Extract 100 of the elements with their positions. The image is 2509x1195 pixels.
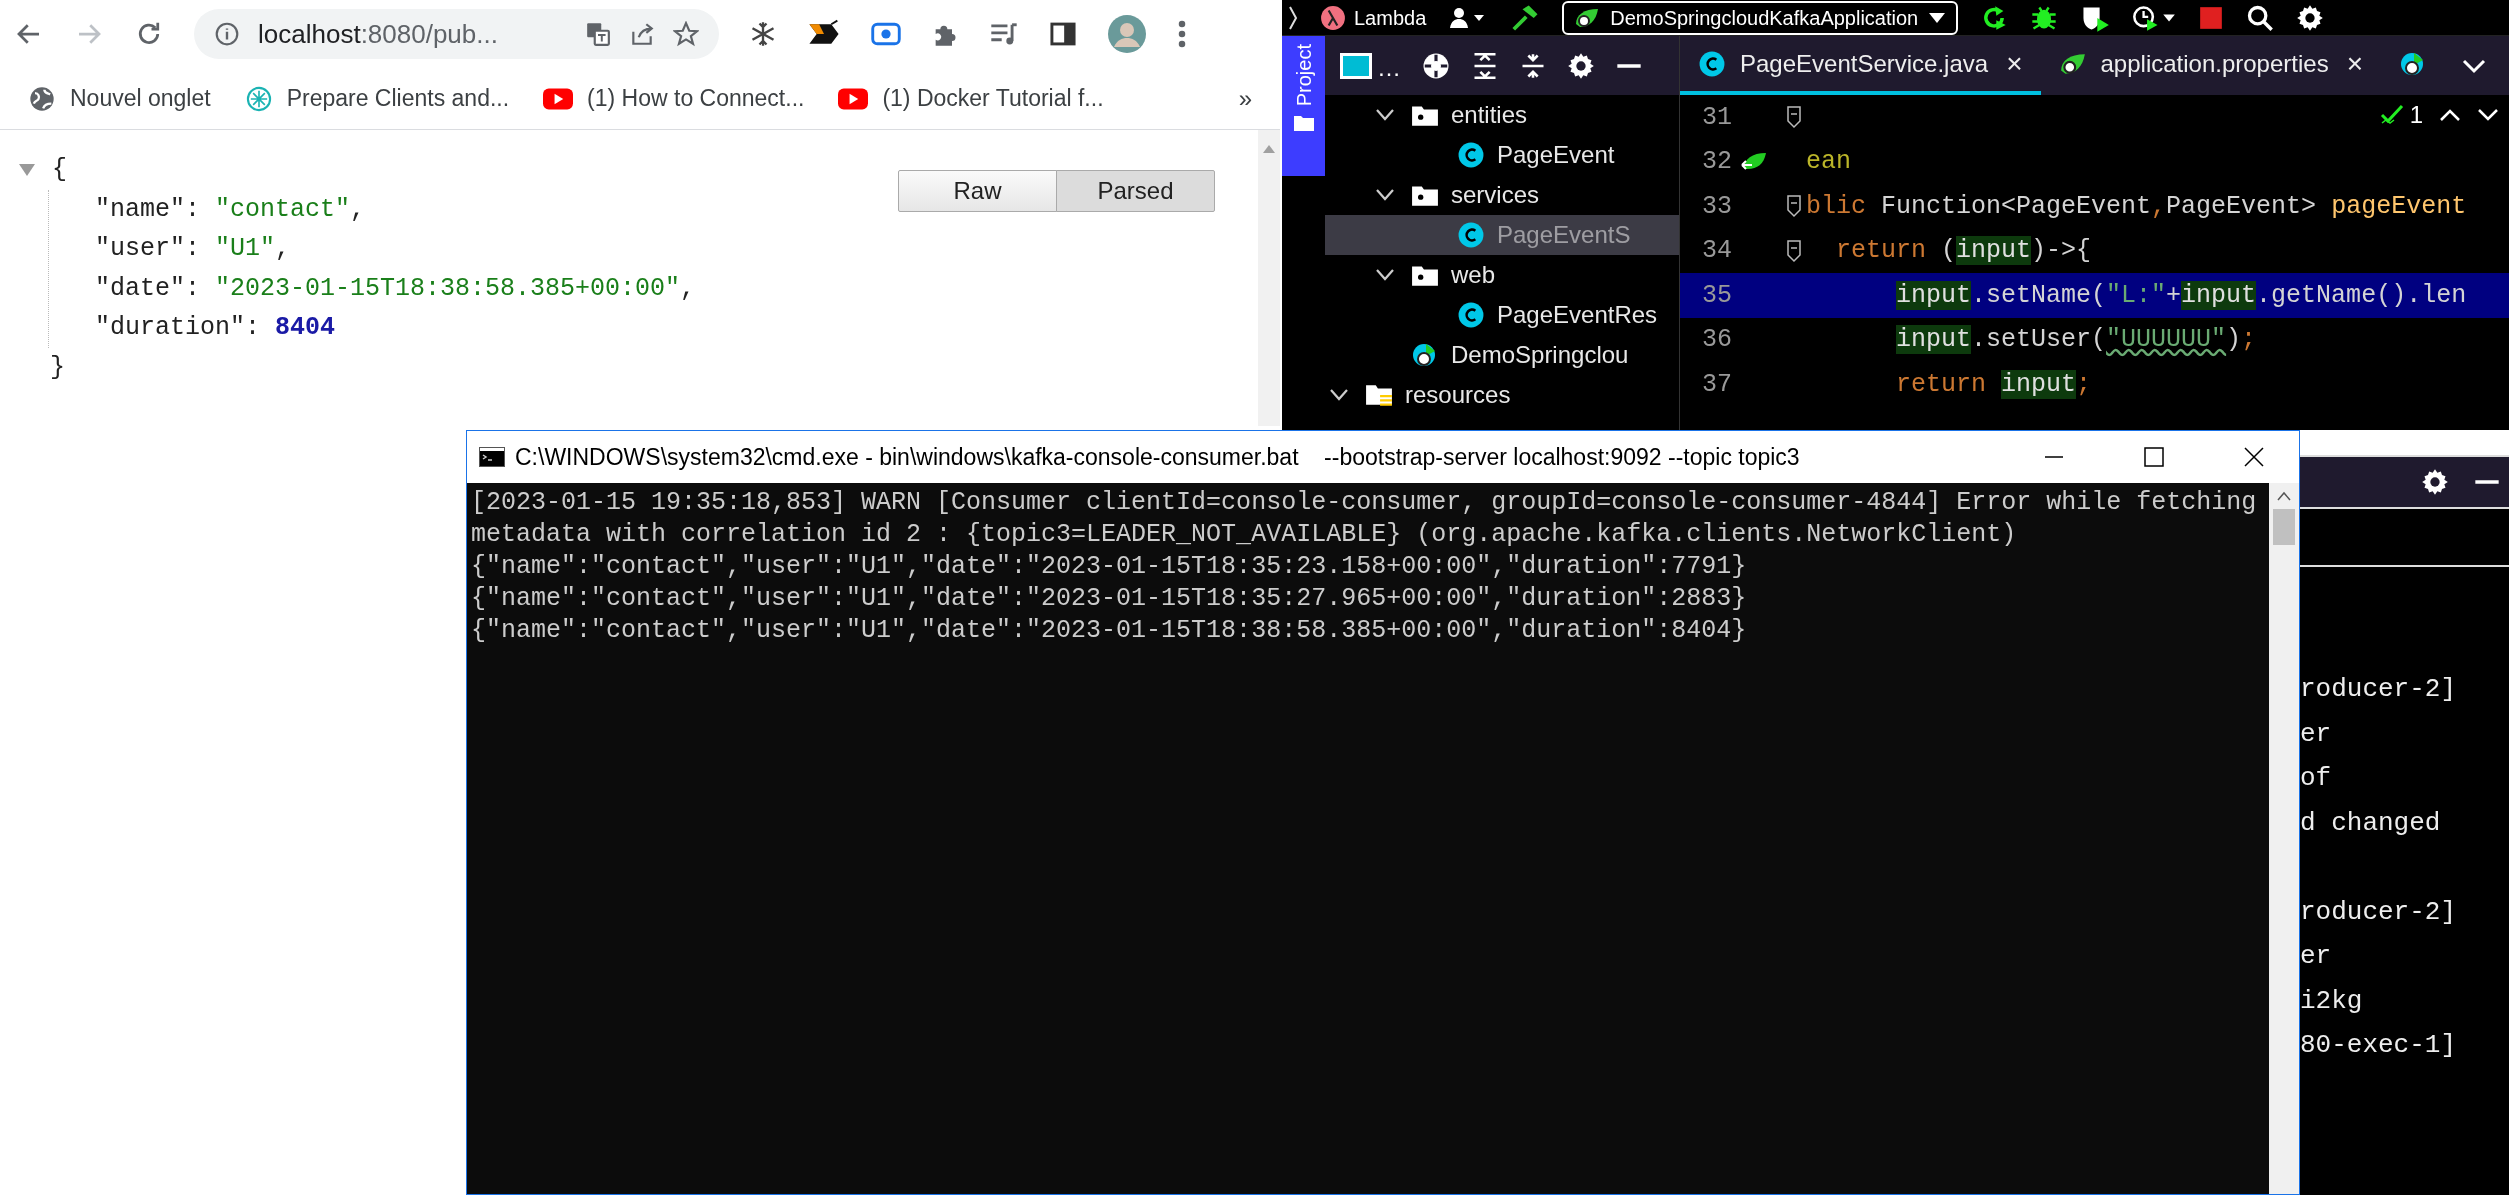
bookmark[interactable]: (1) Docker Tutorial f...: [838, 81, 1104, 116]
bookmark[interactable]: Nouvel onglet: [28, 81, 211, 116]
settings-icon[interactable]: [1567, 51, 1595, 80]
code-text: return input;: [1895, 368, 2092, 401]
search-icon[interactable]: [2246, 3, 2275, 32]
console-output-line: {"name":"contact","user":"U1","date":"2023-01-15T18:35:27.965+00:00","duration":2883}: [471, 583, 1748, 615]
console-output-line: roducer-2]: [2300, 895, 2458, 929]
translate-icon[interactable]: [585, 21, 611, 47]
next-icon[interactable]: [2477, 108, 2499, 122]
scrollbar-thumb[interactable]: [2273, 509, 2295, 545]
console-output-line: metadata with correlation id 2 : {topic3=LEADER_NOT_AVAILABLE} (org.apache.kafka.clients.NetworkClient): [471, 519, 2018, 551]
address-text[interactable]: localhost:8080/pub...: [258, 14, 567, 54]
menu-icon[interactable]: [1177, 19, 1187, 49]
line-number: 33: [1701, 190, 1732, 223]
editor-tab[interactable]: PageEventService.java ×: [1680, 36, 2041, 95]
json-brace: }: [50, 351, 65, 384]
tree-item[interactable]: DemoSpringclou: [1325, 335, 1679, 375]
tool-window-button[interactable]: Project: [1282, 36, 1325, 176]
json-line: "name": "contact",: [95, 193, 366, 226]
tree-item[interactable]: PageEvent: [1325, 135, 1679, 175]
scrollbar[interactable]: [2269, 483, 2299, 1194]
fold-marker-icon[interactable]: [1786, 105, 1802, 130]
code-text: input.setUser("UUUUUU");: [1895, 324, 2257, 356]
class-icon: [1457, 142, 1485, 168]
profiler-icon[interactable]: [2132, 3, 2177, 32]
scroll-up-icon: [2276, 491, 2292, 501]
globe-icon: [28, 84, 56, 113]
run-configuration-dropdown[interactable]: DemoSpringcloudKafkaApplication: [1562, 0, 1959, 35]
line-number: 32: [1701, 146, 1732, 178]
chevron-down-icon: [1329, 388, 1349, 402]
more-bookmarks-button[interactable]: »: [1238, 80, 1252, 117]
console-output-line: roducer-2]: [2300, 673, 2458, 706]
star-icon[interactable]: [673, 21, 699, 47]
json-line: "duration": 8404: [95, 312, 336, 344]
caret-icon: [1928, 11, 1947, 24]
console-output-line: i2kg: [2300, 984, 2364, 1018]
settings-icon[interactable]: [2296, 3, 2325, 32]
panel-icon: [1339, 51, 1373, 80]
snowflake-icon[interactable]: [749, 20, 777, 48]
tree-item[interactable]: PageEventS: [1325, 215, 1679, 255]
line-number: 34: [1701, 235, 1732, 267]
scrollbar[interactable]: [1258, 130, 1280, 426]
json-brace: {: [52, 154, 67, 186]
line-number: 31: [1701, 101, 1732, 134]
fold-marker-icon[interactable]: [1786, 238, 1802, 263]
console-output-line: of: [2300, 762, 2333, 795]
bookmark[interactable]: Prepare Clients and...: [244, 81, 510, 116]
tree-item[interactable]: web: [1325, 255, 1679, 295]
media-icon[interactable]: [989, 21, 1019, 47]
console-output-line: [2023-01-15 19:35:18,853] WARN [Consumer clientId=console-consumer, groupId=console-consumer-4844] Error while fetching: [471, 487, 2258, 519]
folder-icon: [1292, 114, 1315, 133]
chevron-down-icon: [1375, 188, 1395, 202]
inspection-count[interactable]: 1: [2379, 103, 2423, 127]
collapse-triangle-icon[interactable]: [18, 162, 36, 177]
lambda-icon: [1320, 4, 1346, 31]
chevron-right-icon[interactable]: [1288, 4, 1298, 31]
console-output-line: 80-exec-1]: [2300, 1029, 2458, 1062]
previous-icon[interactable]: [2439, 108, 2461, 122]
line-number: 37: [1701, 368, 1732, 401]
window-title: C:\WINDOWS\system32\cmd.exe - bin\windows\kafka-console-consumer.bat --bootstrap-server localhost:9092 --topic topic3: [515, 442, 1801, 472]
settings-icon[interactable]: [2421, 468, 2449, 496]
starburst-icon: [244, 84, 273, 113]
info-icon: [214, 21, 240, 47]
check-icon: [2379, 103, 2406, 127]
code-text: return (input)->{: [1835, 235, 2092, 267]
console-output-line: {"name":"contact","user":"U1","date":"2023-01-15T18:35:23.158+00:00","duration":7791}: [471, 551, 1748, 583]
console-output-line: d changed: [2300, 806, 2442, 840]
fold-marker-icon[interactable]: [1786, 194, 1802, 219]
line-number: 36: [1701, 324, 1732, 356]
stop-icon[interactable]: [2198, 4, 2225, 31]
code-text: blic Function<PageEvent,PageEvent> pageEvent: [1806, 190, 2467, 223]
record-icon[interactable]: [871, 21, 901, 47]
console-output-line: {"name":"contact","user":"U1","date":"2023-01-15T18:38:58.385+00:00","duration":8404}: [471, 615, 1748, 647]
tree-item[interactable]: entities: [1325, 95, 1679, 135]
line-number: 35: [1701, 279, 1732, 312]
side-panel-icon[interactable]: [1049, 20, 1077, 48]
chevron-down-icon: [1375, 268, 1395, 282]
maximize-icon: [2143, 446, 2165, 468]
class-icon: [1457, 222, 1485, 248]
resources-folder-icon: [1365, 382, 1393, 408]
project-menu[interactable]: Lambda: [1320, 4, 1427, 31]
tree-item[interactable]: resources: [1325, 375, 1679, 415]
console-output-line: er: [2300, 717, 2333, 751]
share-icon[interactable]: [629, 21, 655, 47]
bookmark[interactable]: (1) How to Connect...: [543, 81, 805, 116]
code-text: ean: [1806, 146, 1851, 178]
view-selector[interactable]: …: [1339, 51, 1401, 80]
json-line: "date": "2023-01-15T18:38:58.385+00:00",: [95, 272, 696, 305]
tree-item[interactable]: services: [1325, 175, 1679, 215]
view-toggle-button[interactable]: Parsed: [1056, 170, 1215, 212]
tree-item[interactable]: PageEventRes: [1325, 295, 1679, 335]
address-bar[interactable]: localhost:8080/pub...: [194, 9, 719, 59]
editor-tab[interactable]: application.properties ×: [2040, 36, 2381, 95]
close-icon: [2243, 446, 2265, 468]
class-icon: [1457, 302, 1485, 328]
scroll-up-icon: [1262, 144, 1276, 154]
avatar-icon[interactable]: [1107, 14, 1147, 54]
view-toggle-button[interactable]: Raw: [898, 170, 1057, 212]
class-icon: [1698, 50, 1726, 77]
tabs-dropdown-icon[interactable]: [2461, 57, 2487, 74]
